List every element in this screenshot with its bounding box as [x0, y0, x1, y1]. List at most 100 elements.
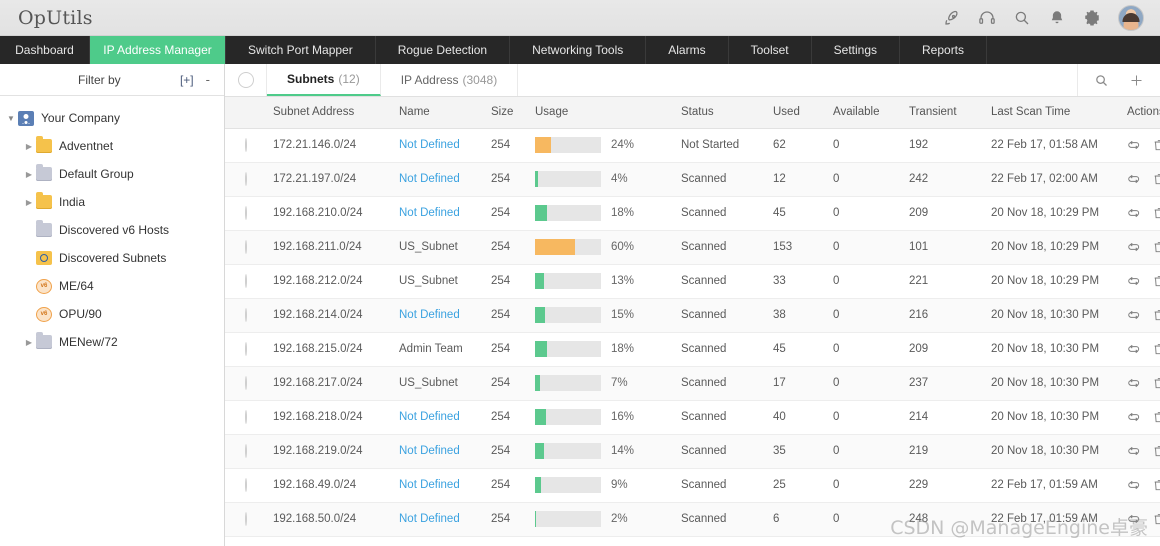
row-select-toggle[interactable]: [245, 376, 247, 390]
table-row[interactable]: 192.168.215.0/24 Admin Team 254 18% Scanned 4…: [225, 332, 1160, 367]
col-usage[interactable]: Usage: [529, 97, 675, 129]
scan-icon[interactable]: [1127, 512, 1141, 526]
delete-icon[interactable]: [1152, 308, 1160, 322]
table-row[interactable]: 172.21.146.0/24 Not Defined 254 24% Not Star…: [225, 128, 1160, 163]
table-row[interactable]: 192.168.214.0/24 Not Defined 254 15% Scanned…: [225, 298, 1160, 333]
search-icon[interactable]: [1094, 73, 1109, 88]
table-row[interactable]: 192.168.212.0/24 US_Subnet 254 13% Scanned 33…: [225, 264, 1160, 299]
name-link[interactable]: Not Defined: [399, 173, 460, 185]
select-all-toggle[interactable]: [237, 72, 254, 88]
tree-item-discovered-v6-hosts[interactable]: Discovered v6 Hosts: [0, 216, 224, 244]
scan-icon[interactable]: [1127, 172, 1141, 186]
delete-icon[interactable]: [1152, 172, 1160, 186]
scan-icon[interactable]: [1127, 342, 1141, 356]
table-row[interactable]: 192.168.49.0/24 Not Defined 254 9% Scanned 25…: [225, 468, 1160, 503]
table-row[interactable]: 192.168.219.0/24 Not Defined 254 14% Scanned…: [225, 434, 1160, 469]
rocket-icon[interactable]: [943, 9, 961, 27]
delete-icon[interactable]: [1152, 512, 1160, 526]
search-icon[interactable]: [1013, 9, 1031, 27]
row-select-toggle[interactable]: [245, 240, 247, 254]
col-size[interactable]: Size: [485, 97, 529, 129]
table-row[interactable]: 172.21.197.0/24 Not Defined 254 4% Scanned 12…: [225, 162, 1160, 197]
nav-item-alarms[interactable]: Alarms: [646, 36, 729, 64]
tab-subnets[interactable]: Subnets (12): [267, 64, 381, 96]
nav-item-settings[interactable]: Settings: [812, 36, 900, 64]
col-transient[interactable]: Transient: [903, 97, 985, 129]
delete-icon[interactable]: [1152, 444, 1160, 458]
row-select-toggle[interactable]: [245, 444, 247, 458]
row-select-toggle[interactable]: [245, 172, 247, 186]
delete-icon[interactable]: [1152, 478, 1160, 492]
col-name[interactable]: Name: [393, 97, 485, 129]
avatar[interactable]: [1118, 4, 1144, 31]
col-last-scan-time[interactable]: Last Scan Time: [985, 97, 1121, 129]
row-select-toggle[interactable]: [245, 138, 247, 152]
table-row[interactable]: 192.168.218.0/24 Not Defined 254 16% Scanned…: [225, 400, 1160, 435]
nav-item-toolset[interactable]: Toolset: [729, 36, 812, 64]
delete-icon[interactable]: [1152, 342, 1160, 356]
name-link[interactable]: Not Defined: [399, 445, 460, 457]
col-available[interactable]: Available: [827, 97, 903, 129]
scan-icon[interactable]: [1127, 376, 1141, 390]
nav-item-reports[interactable]: Reports: [900, 36, 988, 64]
row-select-toggle[interactable]: [245, 308, 247, 322]
col-status[interactable]: Status: [675, 97, 767, 129]
col-subnet-address[interactable]: Subnet Address: [267, 97, 393, 129]
row-select-toggle[interactable]: [245, 512, 247, 526]
table-row[interactable]: 192.168.50.0/24 Not Defined 254 2% Scanned 6 0…: [225, 502, 1160, 537]
row-select-toggle[interactable]: [245, 478, 247, 492]
tree-item-your-company[interactable]: ▼ Your Company: [0, 104, 224, 132]
nav-item-rogue-detection[interactable]: Rogue Detection: [376, 36, 511, 64]
scan-icon[interactable]: [1127, 410, 1141, 424]
collapse-all-button[interactable]: -: [206, 72, 210, 87]
expand-all-button[interactable]: [+]: [180, 73, 194, 87]
chevron-right-icon[interactable]: ▶: [22, 198, 36, 207]
delete-icon[interactable]: [1152, 410, 1160, 424]
row-select-toggle[interactable]: [245, 342, 247, 356]
tree-item-menew-72[interactable]: ▶ MENew/72: [0, 328, 224, 356]
plus-icon[interactable]: [1129, 73, 1144, 88]
name-link[interactable]: Not Defined: [399, 513, 460, 525]
name-link[interactable]: Not Defined: [399, 479, 460, 491]
tree-item-india[interactable]: ▶ India: [0, 188, 224, 216]
chevron-down-icon[interactable]: ▼: [4, 114, 18, 123]
nav-item-dashboard[interactable]: Dashboard: [0, 36, 90, 64]
name-link[interactable]: Not Defined: [399, 309, 460, 321]
gear-icon[interactable]: [1083, 9, 1101, 27]
scan-icon[interactable]: [1127, 206, 1141, 220]
row-select-toggle[interactable]: [245, 410, 247, 424]
scan-icon[interactable]: [1127, 240, 1141, 254]
col-used[interactable]: Used: [767, 97, 827, 129]
chevron-right-icon[interactable]: ▶: [22, 338, 36, 347]
tree-item-default-group[interactable]: ▶ Default Group: [0, 160, 224, 188]
name-link[interactable]: Not Defined: [399, 207, 460, 219]
chevron-right-icon[interactable]: ▶: [22, 142, 36, 151]
scan-icon[interactable]: [1127, 274, 1141, 288]
tree-item-me-64[interactable]: v6 ME/64: [0, 272, 224, 300]
tab-ip-address[interactable]: IP Address (3048): [381, 64, 519, 96]
scan-icon[interactable]: [1127, 138, 1141, 152]
headset-icon[interactable]: [978, 9, 996, 27]
name-link[interactable]: Not Defined: [399, 411, 460, 423]
tree-item-opu-90[interactable]: v6 OPU/90: [0, 300, 224, 328]
nav-item-networking-tools[interactable]: Networking Tools: [510, 36, 647, 64]
delete-icon[interactable]: [1152, 206, 1160, 220]
delete-icon[interactable]: [1152, 138, 1160, 152]
tree-item-discovered-subnets[interactable]: Discovered Subnets: [0, 244, 224, 272]
nav-item-ip-address-manager[interactable]: IP Address Manager: [90, 36, 226, 64]
scan-icon[interactable]: [1127, 308, 1141, 322]
delete-icon[interactable]: [1152, 274, 1160, 288]
table-row[interactable]: 192.168.211.0/24 US_Subnet 254 60% Scanned 15…: [225, 230, 1160, 265]
table-row[interactable]: 192.168.217.0/24 US_Subnet 254 7% Scanned 17 0…: [225, 366, 1160, 401]
delete-icon[interactable]: [1152, 240, 1160, 254]
row-select-toggle[interactable]: [245, 274, 247, 288]
table-row[interactable]: 192.168.210.0/24 Not Defined 254 18% Scanned…: [225, 196, 1160, 231]
bell-icon[interactable]: [1048, 9, 1066, 27]
row-select-toggle[interactable]: [245, 206, 247, 220]
scan-icon[interactable]: [1127, 444, 1141, 458]
delete-icon[interactable]: [1152, 376, 1160, 390]
chevron-right-icon[interactable]: ▶: [22, 170, 36, 179]
nav-item-switch-port-mapper[interactable]: Switch Port Mapper: [226, 36, 376, 64]
name-link[interactable]: Not Defined: [399, 139, 460, 151]
tree-item-adventnet[interactable]: ▶ Adventnet: [0, 132, 224, 160]
